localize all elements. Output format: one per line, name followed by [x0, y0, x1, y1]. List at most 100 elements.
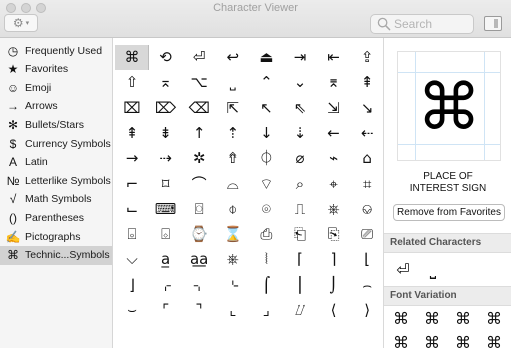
character-cell[interactable]: ⇞ — [115, 121, 149, 146]
character-cell[interactable]: ⌠ — [249, 273, 283, 298]
character-cell[interactable]: ⌎ — [216, 273, 250, 298]
character-cell[interactable]: ⦚ — [249, 247, 283, 272]
font-variation-glyph[interactable]: ⌘ — [479, 308, 509, 330]
sidebar-item[interactable]: → Arrows — [0, 97, 112, 116]
character-cell[interactable]: ⎈ — [216, 247, 250, 272]
character-cell[interactable]: ⌵ — [115, 247, 149, 272]
sidebar-item[interactable]: √ Math Symbols — [0, 190, 112, 209]
character-cell[interactable]: ⇣ — [283, 121, 317, 146]
character-cell[interactable]: ⌆ — [317, 70, 351, 95]
character-cell[interactable]: ⌦ — [149, 96, 183, 121]
character-cell[interactable]: ↘ — [350, 96, 383, 121]
sidebar-item[interactable]: $ Currency Symbols — [0, 134, 112, 153]
character-cell[interactable]: ⌟ — [249, 298, 283, 323]
character-cell[interactable]: ⎍ — [283, 197, 317, 222]
font-variation-glyph[interactable]: ⌘ — [448, 332, 478, 348]
character-cell[interactable]: ⎮ — [283, 273, 317, 298]
character-cell[interactable]: ⌖ — [317, 172, 351, 197]
character-cell[interactable]: ↖ — [249, 96, 283, 121]
character-cell[interactable]: ⌾ — [249, 197, 283, 222]
character-cell[interactable]: ⌍ — [182, 273, 216, 298]
sidebar-item[interactable]: ✻ Bullets/Stars — [0, 115, 112, 134]
character-cell[interactable]: ← — [317, 121, 351, 146]
character-cell[interactable]: ⇢ — [149, 146, 183, 171]
character-cell[interactable]: ⌈ — [283, 247, 317, 272]
sidebar-item[interactable]: ☺ Emoji — [0, 78, 112, 97]
character-cell[interactable]: ⌫ — [182, 96, 216, 121]
character-cell[interactable]: ⌜ — [149, 298, 183, 323]
sidebar-item[interactable]: № Letterlike Symbols — [0, 171, 112, 190]
search-field[interactable] — [370, 14, 474, 34]
font-variation-glyph[interactable]: ⌘ — [386, 332, 416, 348]
character-cell[interactable]: ⌙ — [115, 197, 149, 222]
character-cell[interactable]: ⇖ — [283, 96, 317, 121]
character-cell[interactable]: ⌑ — [149, 172, 183, 197]
character-cell[interactable]: ⌽ — [216, 197, 250, 222]
character-cell[interactable]: a̲ — [149, 247, 183, 272]
character-cell[interactable]: ⌺ — [149, 222, 183, 247]
character-cell[interactable]: ⇟ — [149, 121, 183, 146]
character-cell[interactable]: ↓ — [249, 121, 283, 146]
character-cell[interactable]: a͟a — [182, 247, 216, 272]
font-variation-glyph[interactable]: ⌘ — [417, 332, 447, 348]
character-cell[interactable]: ⇞ — [350, 70, 383, 95]
font-variation-glyph[interactable]: ⌘ — [479, 332, 509, 348]
character-cell[interactable]: ⟲ — [149, 45, 183, 70]
character-cell[interactable]: ⎈ — [317, 197, 351, 222]
character-cell[interactable]: ⌝ — [182, 298, 216, 323]
character-cell[interactable]: ⌼ — [182, 197, 216, 222]
character-cell[interactable]: ⌊ — [350, 247, 383, 272]
character-cell[interactable]: ⇱ — [216, 96, 250, 121]
character-cell[interactable]: ⌛ — [216, 222, 250, 247]
character-cell[interactable]: ⟩ — [350, 298, 383, 323]
related-character[interactable]: ⏎ — [388, 259, 418, 281]
character-cell[interactable]: ⌥ — [182, 70, 216, 95]
character-cell[interactable]: ⇮ — [216, 146, 250, 171]
character-cell[interactable]: ⏎ — [182, 45, 216, 70]
sidebar-item[interactable]: ✍ Pictographs — [0, 227, 112, 246]
character-cell[interactable]: ⌚ — [182, 222, 216, 247]
character-cell[interactable]: ⇧ — [115, 70, 149, 95]
character-cell[interactable]: ⎘ — [317, 222, 351, 247]
character-cell[interactable]: ⌨ — [149, 197, 183, 222]
search-input[interactable] — [394, 17, 470, 31]
sidebar-item[interactable]: () Parentheses — [0, 208, 112, 227]
character-cell[interactable]: ⌡ — [317, 273, 351, 298]
action-menu-button[interactable]: ⚙ ▾ — [4, 14, 38, 32]
sidebar-toggle-button[interactable] — [484, 16, 502, 31]
character-cell[interactable]: ⌰ — [283, 298, 317, 323]
character-cell[interactable]: ⎵ — [216, 70, 250, 95]
character-cell[interactable]: ⌒ — [182, 172, 216, 197]
character-cell[interactable]: ⟨ — [317, 298, 351, 323]
character-cell[interactable]: ⌞ — [216, 298, 250, 323]
sidebar-item[interactable]: ⌘ Technic...Symbols — [0, 245, 112, 265]
character-cell[interactable]: → — [115, 146, 149, 171]
character-cell[interactable]: ⌀ — [283, 146, 317, 171]
character-cell[interactable]: ⌂ — [350, 146, 383, 171]
character-cell[interactable]: ⇡ — [216, 121, 250, 146]
font-variation-glyph[interactable]: ⌘ — [417, 308, 447, 330]
character-cell[interactable]: ⎉ — [350, 197, 383, 222]
character-cell[interactable]: ✲ — [182, 146, 216, 171]
character-cell[interactable]: ⌉ — [317, 247, 351, 272]
sidebar-item[interactable]: ◷ Frequently Used — [0, 41, 112, 60]
character-cell[interactable]: ⌘ — [115, 45, 149, 70]
character-cell[interactable]: ⎙ — [249, 222, 283, 247]
character-cell[interactable]: ⌓ — [216, 172, 250, 197]
character-cell[interactable]: ⌻ — [115, 222, 149, 247]
character-cell[interactable]: ↩ — [216, 45, 250, 70]
sidebar-item[interactable]: A Latin — [0, 153, 112, 172]
character-cell[interactable]: ⎚ — [350, 222, 383, 247]
character-cell[interactable]: ⌄ — [283, 70, 317, 95]
character-cell[interactable]: ↑ — [182, 121, 216, 146]
character-cell[interactable]: ⇥ — [283, 45, 317, 70]
character-cell[interactable]: ⌗ — [350, 172, 383, 197]
character-cell[interactable]: ⌣ — [115, 298, 149, 323]
character-cell[interactable]: ⌋ — [115, 273, 149, 298]
character-cell[interactable]: ⌅ — [149, 70, 183, 95]
character-cell[interactable]: ⇪ — [350, 45, 383, 70]
character-cell[interactable]: ⌢ — [350, 273, 383, 298]
character-cell[interactable]: ⇲ — [317, 96, 351, 121]
character-cell[interactable]: ⌃ — [249, 70, 283, 95]
related-character[interactable]: ⎵ — [418, 259, 448, 281]
